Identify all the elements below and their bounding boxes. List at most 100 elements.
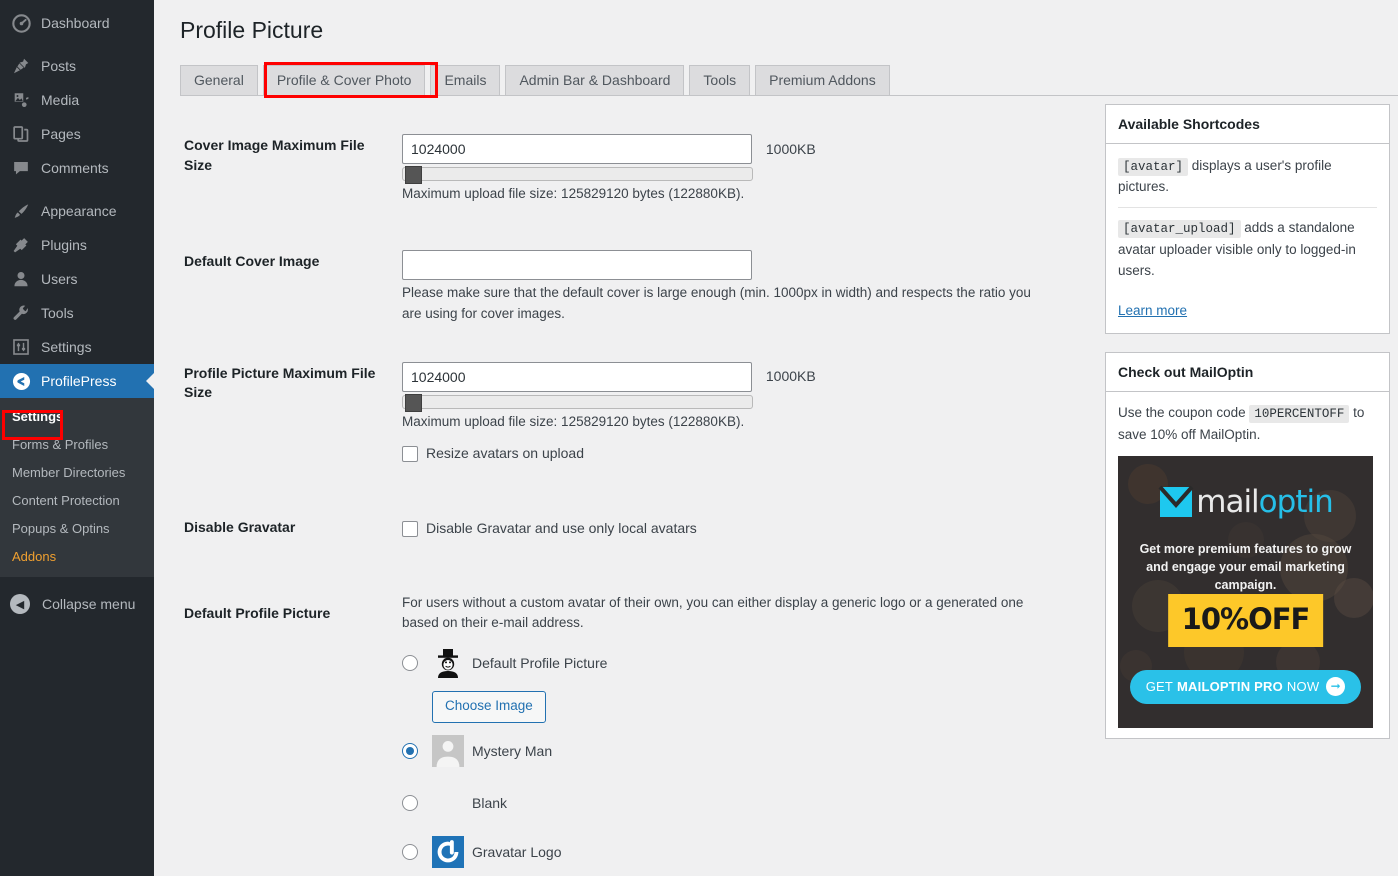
panel-body: Use the coupon code 10PERCENTOFF to save… [1106, 392, 1389, 737]
sidebar-item-pages[interactable]: Pages [0, 117, 154, 151]
blank-avatar-icon [432, 787, 464, 819]
mystery-hat-avatar-icon [432, 647, 464, 680]
comment-icon [10, 158, 32, 178]
brush-icon [10, 201, 32, 221]
panel-title: Check out MailOptin [1106, 353, 1389, 393]
shortcode-avatar-upload: [avatar_upload] [1118, 220, 1241, 239]
sidebar-item-label: Plugins [41, 237, 87, 253]
learn-more-link[interactable]: Learn more [1118, 301, 1187, 322]
submenu-item-member-directories[interactable]: Member Directories [0, 459, 154, 487]
disable-gravatar-checkbox[interactable] [402, 520, 418, 537]
sidebar-item-plugins[interactable]: Plugins [0, 228, 154, 262]
radio-row-blank[interactable]: Blank [402, 787, 1070, 819]
tab-tools[interactable]: Tools [689, 64, 751, 95]
sidebar-item-tools[interactable]: Tools [0, 296, 154, 330]
sidebar-item-profilepress[interactable]: ProfilePress [0, 364, 154, 398]
field-default-cover-image: Default Cover Image Please make sure tha… [180, 238, 1080, 336]
menu-separator [0, 40, 154, 49]
radio-row-gravatar-logo[interactable]: Gravatar Logo [402, 835, 1070, 868]
submenu-item-forms-profiles[interactable]: Forms & Profiles [0, 431, 154, 459]
radio-label: Gravatar Logo [472, 843, 562, 860]
submenu-item-popups-optins[interactable]: Popups & Optins [0, 515, 154, 543]
sidebar-item-label: Appearance [41, 203, 117, 219]
sidebar-item-comments[interactable]: Comments [0, 151, 154, 185]
choose-image-button[interactable]: Choose Image [432, 691, 546, 723]
field-control: 1000KB Maximum upload file size: 1258291… [402, 350, 1080, 476]
submenu-profilepress: Settings Forms & Profiles Member Directo… [0, 398, 154, 577]
field-label: Cover Image Maximum File Size [184, 137, 365, 173]
panel-title: Available Shortcodes [1106, 105, 1389, 144]
cover-max-size-input[interactable] [402, 134, 752, 164]
mailoptin-wordmark: mailoptin [1196, 478, 1333, 526]
sidebar-item-label: Settings [41, 339, 92, 355]
sidebar-item-appearance[interactable]: Appearance [0, 194, 154, 228]
field-disable-gravatar: Disable Gravatar Disable Gravatar and us… [180, 504, 1080, 552]
sidebar-item-users[interactable]: Users [0, 262, 154, 296]
admin-sidebar: Dashboard Posts Media Pages Comments App… [0, 0, 154, 876]
admin-page: Dashboard Posts Media Pages Comments App… [0, 0, 1398, 876]
submenu-item-content-protection[interactable]: Content Protection [0, 487, 154, 515]
dashboard-icon [10, 13, 32, 33]
profile-max-size-description: Maximum upload file size: 125829120 byte… [402, 413, 745, 429]
radio-label: Mystery Man [472, 742, 553, 759]
sidebar-item-label: Pages [41, 126, 81, 142]
resize-avatars-row[interactable]: Resize avatars on upload [402, 443, 1070, 464]
cover-max-size-slider[interactable] [402, 166, 753, 184]
radio-row-mystery-man[interactable]: Mystery Man [402, 734, 1070, 767]
main-content: Profile Picture General Profile & Cover … [154, 0, 1398, 876]
sidebar-item-label: ProfilePress [41, 373, 117, 389]
radio-default-profile-picture[interactable] [402, 655, 418, 672]
sidebar-item-label: Media [41, 92, 80, 108]
resize-avatars-checkbox[interactable] [402, 445, 418, 462]
sidebar-item-label: Comments [41, 160, 109, 176]
field-label: Profile Picture Maximum File Size [184, 364, 376, 401]
collapse-menu-button[interactable]: ◀ Collapse menu [0, 587, 154, 621]
field-control: 1000KB Maximum upload file size: 1258291… [402, 122, 1080, 216]
disable-gravatar-row[interactable]: Disable Gravatar and use only local avat… [402, 518, 1070, 539]
mailoptin-banner-ad[interactable]: mailoptin Get more premium features to g… [1118, 455, 1373, 728]
tab-emails[interactable]: Emails [430, 64, 501, 95]
chevron-left-icon: ◀ [10, 594, 30, 614]
tab-profile-cover-photo[interactable]: Profile & Cover Photo [262, 64, 426, 95]
radio-blank[interactable] [402, 794, 418, 811]
profile-max-size-input[interactable] [402, 361, 752, 392]
profile-max-size-slider[interactable] [402, 393, 753, 412]
sidebar-item-dashboard[interactable]: Dashboard [0, 6, 154, 40]
mailoptin-offer-badge: 10%OFF [1167, 593, 1324, 647]
profile-max-size-unit: 1000KB [765, 368, 816, 385]
tab-premium-addons[interactable]: Premium Addons [755, 64, 890, 95]
mailoptin-cta-button[interactable]: GET MAILOPTIN PRO NOW ➞ [1130, 669, 1361, 704]
resize-avatars-label: Resize avatars on upload [426, 445, 584, 461]
field-label: Disable Gravatar [184, 519, 296, 535]
sidebar-item-settings[interactable]: Settings [0, 330, 154, 364]
radio-gravatar-logo[interactable] [402, 843, 418, 860]
mailoptin-envelope-icon [1158, 485, 1194, 517]
sidebar-item-media[interactable]: Media [0, 83, 154, 117]
settings-form: Cover Image Maximum File Size 1000KB Max… [180, 122, 1080, 876]
submenu-item-settings[interactable]: Settings [0, 403, 154, 431]
slider-handle[interactable] [405, 393, 422, 412]
slider-handle[interactable] [405, 166, 422, 184]
radio-mystery-man[interactable] [402, 742, 418, 759]
available-shortcodes-panel: Available Shortcodes [avatar] displays a… [1105, 104, 1390, 335]
default-cover-image-input[interactable] [402, 250, 752, 281]
field-profile-max-size: Profile Picture Maximum File Size 1000KB… [180, 350, 1080, 476]
settings-tab-bar: General Profile & Cover Photo Emails Adm… [180, 61, 1398, 98]
menu-separator [0, 185, 154, 194]
page-title: Profile Picture [180, 17, 324, 43]
panel-body: [avatar] displays a user's profile pictu… [1106, 144, 1389, 333]
sidebar-item-label: Posts [41, 58, 77, 74]
default-profile-picture-description: For users without a custom avatar of the… [402, 594, 1024, 630]
sidebar-item-label: Users [41, 271, 78, 287]
radio-label: Blank [472, 794, 508, 811]
mailoptin-logo: mailoptin [1118, 478, 1373, 526]
tab-general[interactable]: General [180, 64, 258, 95]
mailoptin-panel: Check out MailOptin Use the coupon code … [1105, 352, 1390, 739]
radio-row-default-profile-picture[interactable]: Default Profile Picture [402, 647, 1070, 680]
cover-max-size-description: Maximum upload file size: 125829120 byte… [402, 186, 745, 201]
sidebar-item-posts[interactable]: Posts [0, 49, 154, 83]
tab-admin-bar-dashboard[interactable]: Admin Bar & Dashboard [505, 64, 685, 95]
menu-arrow-icon [146, 373, 154, 389]
shortcode-row-avatar: [avatar] displays a user's profile pictu… [1118, 146, 1377, 209]
submenu-item-addons[interactable]: Addons [0, 543, 154, 571]
